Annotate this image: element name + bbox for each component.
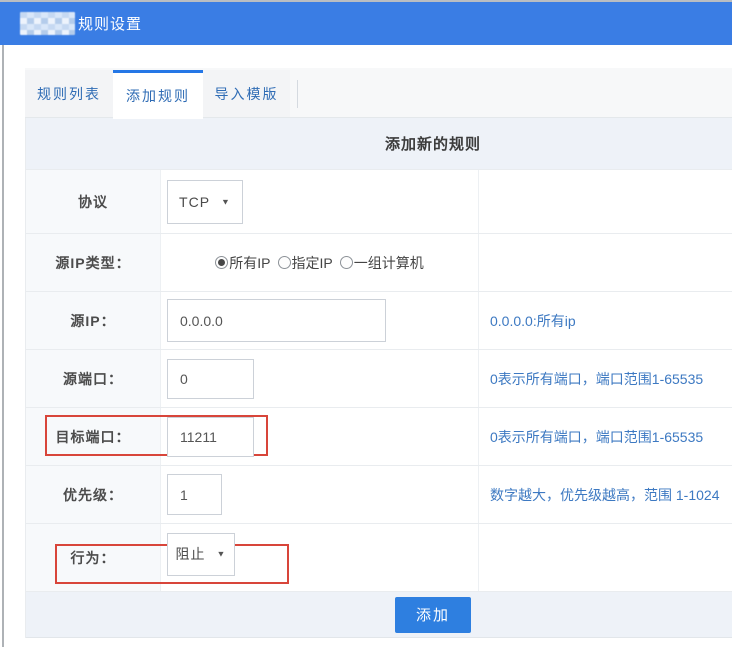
window-left-edge: [2, 45, 4, 647]
dst-port-input[interactable]: [167, 417, 254, 457]
src-ip-label: 源IP：: [26, 292, 161, 349]
form-title: 添加新的规则: [385, 133, 481, 154]
row-src-ip-type: 源IP类型： 所有IP 指定IP 一组计算机: [26, 234, 732, 292]
page: 规则设置 规则列表 添加规则 导入模版 添加新的规则 协议 TCP ▼ 源IP类…: [0, 0, 732, 647]
row-protocol: 协议 TCP ▼: [26, 170, 732, 234]
src-ip-input[interactable]: [167, 299, 386, 342]
add-button[interactable]: 添加: [395, 597, 471, 633]
row-priority: 优先级： 数字越大，优先级越高，范围 1-1024: [26, 466, 732, 524]
src-port-input[interactable]: [167, 359, 254, 399]
page-title: 规则设置: [78, 2, 142, 45]
tab-rule-list[interactable]: 规则列表: [25, 70, 113, 117]
radio-all-ip-label: 所有IP: [229, 253, 270, 273]
protocol-label: 协议: [26, 170, 161, 233]
radio-unchecked-icon: [278, 256, 291, 269]
protocol-select[interactable]: TCP ▼: [167, 180, 243, 224]
tab-bar: 规则列表 添加规则 导入模版: [25, 68, 732, 118]
src-ip-type-radio-group: 所有IP 指定IP 一组计算机: [215, 253, 423, 273]
radio-all-ip[interactable]: 所有IP: [215, 253, 270, 273]
redacted-product-name: [20, 12, 75, 35]
tab-import-template[interactable]: 导入模版: [203, 70, 290, 117]
dst-port-hint: 0表示所有端口，端口范围1-65535: [479, 408, 732, 465]
form-footer-row: 添加: [26, 592, 732, 638]
src-ip-hint: 0.0.0.0:所有ip: [479, 292, 732, 349]
tab-add-rule[interactable]: 添加规则: [113, 70, 203, 119]
radio-specified-ip-label: 指定IP: [292, 253, 333, 273]
priority-hint: 数字越大，优先级越高，范围 1-1024: [479, 466, 732, 523]
action-select[interactable]: 阻止 ▼: [167, 533, 235, 576]
protocol-select-value: TCP: [179, 194, 210, 210]
priority-label: 优先级：: [26, 466, 161, 523]
row-src-port: 源端口： 0表示所有端口，端口范围1-65535: [26, 350, 732, 408]
row-src-ip: 源IP： 0.0.0.0:所有ip: [26, 292, 732, 350]
action-hint: [479, 524, 732, 591]
radio-computer-group[interactable]: 一组计算机: [340, 253, 424, 273]
caret-down-icon: ▼: [217, 550, 227, 559]
radio-checked-icon: [215, 256, 228, 269]
form-title-row: 添加新的规则: [26, 118, 732, 170]
action-select-value: 阻止: [176, 544, 206, 564]
radio-computer-group-label: 一组计算机: [354, 253, 424, 273]
src-ip-type-hint: [479, 234, 732, 291]
radio-unchecked-icon: [340, 256, 353, 269]
src-port-label: 源端口：: [26, 350, 161, 407]
protocol-hint: [479, 170, 732, 233]
src-port-hint: 0表示所有端口，端口范围1-65535: [479, 350, 732, 407]
priority-input[interactable]: [167, 474, 222, 515]
caret-down-icon: ▼: [221, 197, 231, 206]
src-ip-type-label: 源IP类型：: [26, 234, 161, 291]
header-bar: 规则设置: [0, 2, 732, 45]
tab-divider: [297, 80, 298, 108]
radio-specified-ip[interactable]: 指定IP: [278, 253, 333, 273]
